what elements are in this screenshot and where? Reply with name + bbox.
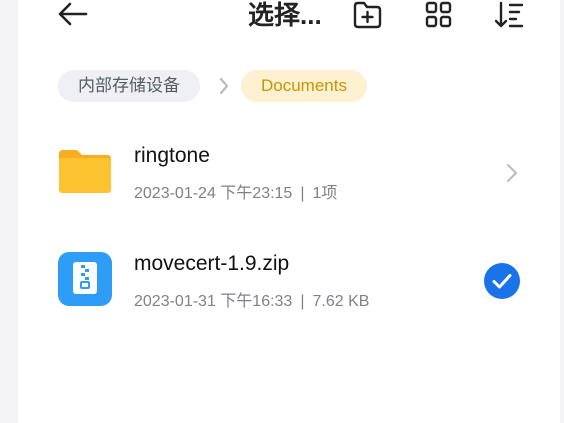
zip-file-icon [58, 252, 112, 306]
grid-view-icon [425, 1, 452, 28]
file-name: movecert-1.9.zip [134, 252, 290, 275]
selected-checkbox[interactable] [483, 262, 521, 300]
arrow-left-icon [58, 2, 88, 26]
file-date: 2023-01-31 下午16:33 [134, 293, 293, 310]
file-picker-panel: 选择... 内部存储设备 Documents ringtone 2023-01-… [18, 0, 560, 423]
file-date: 2023-01-24 下午23:15 [134, 185, 293, 202]
top-bar: 选择... [18, 0, 560, 40]
meta-separator: | [300, 293, 305, 310]
file-meta: 2023-01-31 下午16:33 | 7.62 KB [134, 287, 369, 311]
checkmark-icon [484, 263, 520, 299]
file-detail: 1项 [312, 185, 338, 202]
folder-icon [58, 144, 112, 198]
file-list-item[interactable]: ringtone 2023-01-24 下午23:15 | 1项 [18, 128, 560, 218]
back-button[interactable] [56, 0, 90, 30]
sort-button[interactable] [493, 0, 525, 30]
breadcrumb-current[interactable]: Documents [241, 70, 367, 102]
file-list-item[interactable]: movecert-1.9.zip 2023-01-31 下午16:33 | 7.62… [18, 236, 560, 326]
file-name: ringtone [134, 144, 210, 167]
breadcrumb-root[interactable]: 内部存储设备 [58, 70, 200, 102]
meta-separator: | [300, 185, 305, 202]
grid-view-button[interactable] [423, 0, 455, 30]
file-meta: 2023-01-24 下午23:15 | 1项 [134, 179, 337, 203]
breadcrumb-chevron-icon [216, 76, 232, 96]
new-folder-button[interactable] [351, 0, 383, 30]
new-folder-icon [353, 1, 382, 29]
chevron-right-icon [505, 162, 519, 184]
file-detail: 7.62 KB [312, 293, 370, 310]
page-title: 选择... [248, 0, 322, 30]
sort-icon [494, 1, 524, 28]
